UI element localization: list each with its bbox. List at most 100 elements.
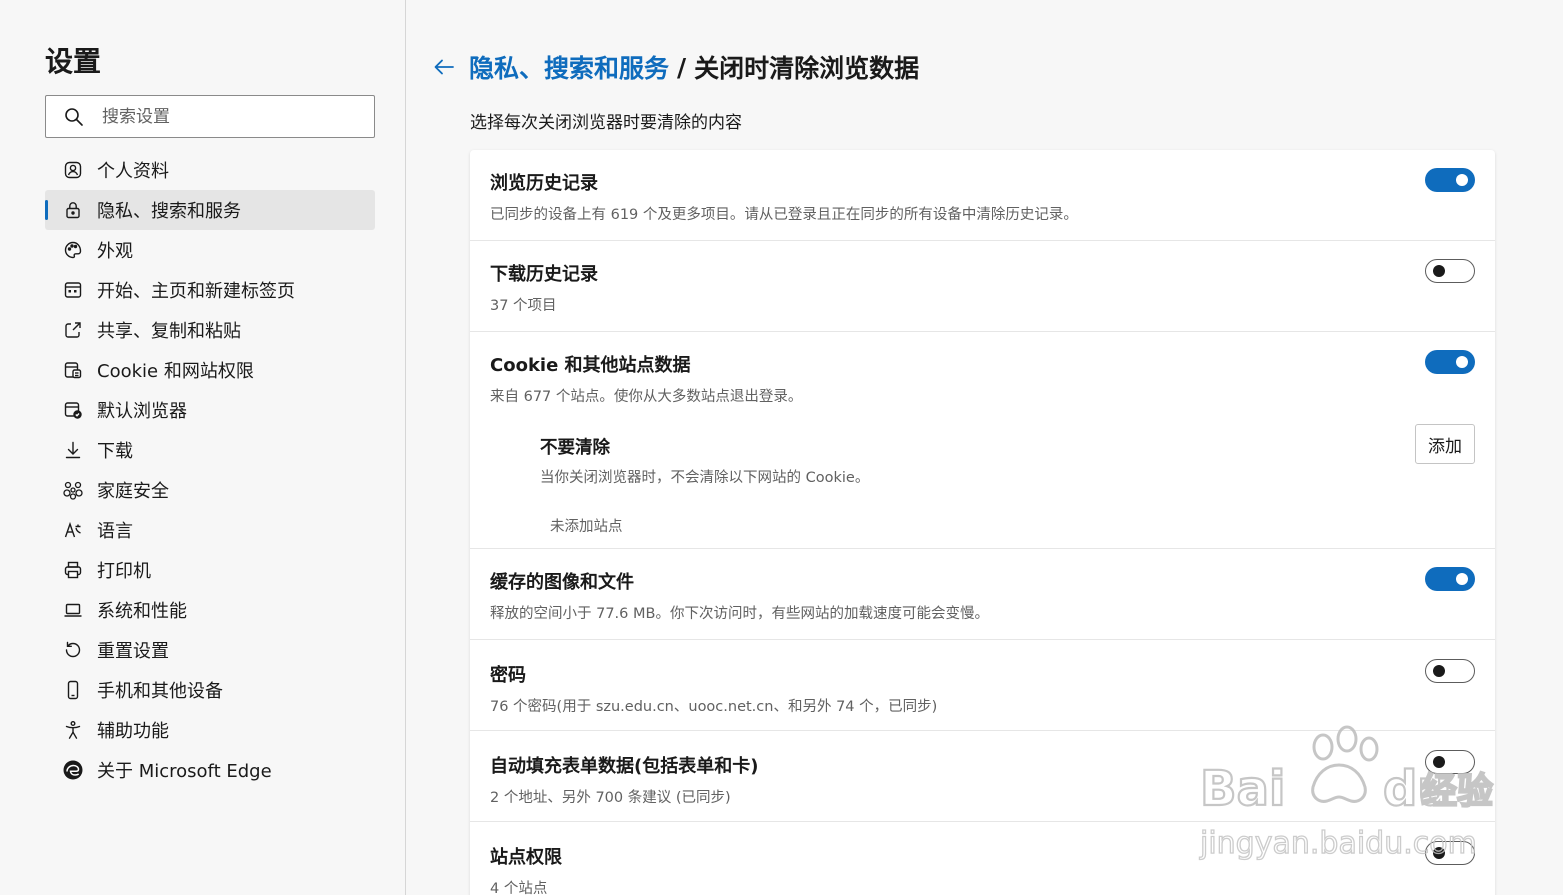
sidebar-item-accessibility[interactable]: 辅助功能 xyxy=(45,710,375,750)
sidebar-item-family[interactable]: 家庭安全 xyxy=(45,470,375,510)
setting-title: 下载历史记录 xyxy=(490,264,598,285)
sidebar-item-label: 关于 Microsoft Edge xyxy=(97,761,272,782)
laptop-icon xyxy=(62,599,84,621)
back-button[interactable] xyxy=(431,54,457,80)
site-permissions-icon xyxy=(62,359,84,381)
sidebar-item-profile[interactable]: 个人资料 xyxy=(45,150,375,190)
breadcrumb: 隐私、搜索和服务 / 关闭时清除浏览数据 xyxy=(431,46,919,88)
sidebar-item-start-home[interactable]: 开始、主页和新建标签页 xyxy=(45,270,375,310)
setting-title: 密码 xyxy=(490,665,526,686)
sidebar-item-label: 家庭安全 xyxy=(97,481,169,502)
no-sites-note: 未添加站点 xyxy=(550,519,623,535)
site-permissions-toggle[interactable] xyxy=(1425,841,1475,865)
sidebar-item-printers[interactable]: 打印机 xyxy=(45,550,375,590)
sidebar-item-default-browser[interactable]: 默认浏览器 xyxy=(45,390,375,430)
search-icon xyxy=(64,107,84,127)
sidebar-item-reset[interactable]: 重置设置 xyxy=(45,630,375,670)
home-tab-icon xyxy=(62,279,84,301)
accessibility-icon xyxy=(62,719,84,741)
back-arrow-icon xyxy=(434,59,454,75)
cookies-toggle[interactable] xyxy=(1425,350,1475,374)
language-icon xyxy=(62,519,84,541)
search-input[interactable] xyxy=(102,106,342,127)
sidebar-item-label: 隐私、搜索和服务 xyxy=(97,201,241,222)
dont-clear-description: 当你关闭浏览器时，不会清除以下网站的 Cookie。 xyxy=(540,470,870,486)
setting-title: 自动填充表单数据(包括表单和卡) xyxy=(490,756,759,777)
sidebar-item-label: 系统和性能 xyxy=(97,601,187,622)
download-icon xyxy=(62,439,84,461)
sidebar-item-privacy[interactable]: 隐私、搜索和服务 xyxy=(45,190,375,230)
sidebar-item-label: 个人资料 xyxy=(97,161,169,182)
add-site-button[interactable]: 添加 xyxy=(1415,424,1475,464)
sidebar-item-language[interactable]: 语言 xyxy=(45,510,375,550)
toggle-knob xyxy=(1433,665,1445,677)
edge-icon xyxy=(62,759,84,781)
dont-clear-title: 不要清除 xyxy=(540,438,610,458)
toggle-knob xyxy=(1456,174,1468,186)
setting-row-passwords: 密码 76 个密码(用于 szu.edu.cn、uooc.net.cn、和另外 … xyxy=(470,640,1495,731)
phone-icon xyxy=(62,679,84,701)
default-browser-icon xyxy=(62,399,84,421)
sidebar-item-cookies[interactable]: Cookie 和网站权限 xyxy=(45,350,375,390)
printer-icon xyxy=(62,559,84,581)
settings-sidebar: 设置 个人资料 隐私、搜索和服务 外观 xyxy=(0,0,406,895)
sidebar-item-label: 重置设置 xyxy=(97,641,169,662)
sidebar-item-label: 手机和其他设备 xyxy=(97,681,223,702)
search-box[interactable] xyxy=(45,95,375,138)
setting-description: 已同步的设备上有 619 个及更多项目。请从已登录且正在同步的所有设备中清除历史… xyxy=(490,207,1078,223)
setting-description: 来自 677 个站点。使你从大多数站点退出登录。 xyxy=(490,389,803,405)
breadcrumb-separator: / xyxy=(677,52,687,82)
clear-data-card: 浏览历史记录 已同步的设备上有 619 个及更多项目。请从已登录且正在同步的所有… xyxy=(470,150,1495,895)
reset-icon xyxy=(62,639,84,661)
sidebar-item-label: Cookie 和网站权限 xyxy=(97,361,254,382)
passwords-toggle[interactable] xyxy=(1425,659,1475,683)
sidebar-item-label: 下载 xyxy=(97,441,133,462)
setting-title: Cookie 和其他站点数据 xyxy=(490,355,691,376)
toggle-knob xyxy=(1433,847,1445,859)
setting-description: 4 个站点 xyxy=(490,881,548,895)
palette-icon xyxy=(62,239,84,261)
share-icon xyxy=(62,319,84,341)
setting-description: 37 个项目 xyxy=(490,298,557,314)
cached-images-toggle[interactable] xyxy=(1425,567,1475,591)
setting-row-autofill: 自动填充表单数据(包括表单和卡) 2 个地址、另外 700 条建议 (已同步) xyxy=(470,731,1495,822)
setting-row-browsing-history: 浏览历史记录 已同步的设备上有 619 个及更多项目。请从已登录且正在同步的所有… xyxy=(470,150,1495,241)
settings-main: 隐私、搜索和服务 / 关闭时清除浏览数据 选择每次关闭浏览器时要清除的内容 浏览… xyxy=(407,0,1563,895)
sidebar-item-downloads[interactable]: 下载 xyxy=(45,430,375,470)
browsing-history-toggle[interactable] xyxy=(1425,168,1475,192)
sidebar-item-about[interactable]: 关于 Microsoft Edge xyxy=(45,750,375,790)
sidebar-item-label: 共享、复制和粘贴 xyxy=(97,321,241,342)
setting-title: 浏览历史记录 xyxy=(490,173,598,194)
setting-row-cached-images: 缓存的图像和文件 释放的空间小于 77.6 MB。你下次访问时，有些网站的加载速… xyxy=(470,549,1495,640)
sidebar-item-label: 默认浏览器 xyxy=(97,401,187,422)
sidebar-item-phone[interactable]: 手机和其他设备 xyxy=(45,670,375,710)
setting-description: 76 个密码(用于 szu.edu.cn、uooc.net.cn、和另外 74 … xyxy=(490,699,938,715)
toggle-knob xyxy=(1456,356,1468,368)
page-intro: 选择每次关闭浏览器时要清除的内容 xyxy=(470,113,742,133)
sidebar-item-label: 语言 xyxy=(97,521,133,542)
setting-description: 2 个地址、另外 700 条建议 (已同步) xyxy=(490,790,731,806)
sidebar-item-appearance[interactable]: 外观 xyxy=(45,230,375,270)
sidebar-item-label: 打印机 xyxy=(97,561,151,582)
download-history-toggle[interactable] xyxy=(1425,259,1475,283)
sidebar-item-system[interactable]: 系统和性能 xyxy=(45,590,375,630)
lock-icon xyxy=(62,199,84,221)
setting-row-download-history: 下载历史记录 37 个项目 xyxy=(470,241,1495,332)
breadcrumb-parent-link[interactable]: 隐私、搜索和服务 xyxy=(469,49,669,85)
setting-title: 站点权限 xyxy=(490,847,562,868)
toggle-knob xyxy=(1433,265,1445,277)
sidebar-item-label: 辅助功能 xyxy=(97,721,169,742)
sidebar-item-share[interactable]: 共享、复制和粘贴 xyxy=(45,310,375,350)
sidebar-nav: 个人资料 隐私、搜索和服务 外观 开始、主页和新建标签页 共享、复制和粘贴 Co… xyxy=(45,150,375,790)
setting-row-site-permissions: 站点权限 4 个站点 xyxy=(470,822,1495,895)
sidebar-item-label: 开始、主页和新建标签页 xyxy=(97,281,295,302)
page-title: 关闭时清除浏览数据 xyxy=(694,54,920,83)
sidebar-title: 设置 xyxy=(45,45,102,78)
toggle-knob xyxy=(1433,756,1445,768)
setting-title: 缓存的图像和文件 xyxy=(490,572,634,593)
autofill-toggle[interactable] xyxy=(1425,750,1475,774)
setting-description: 释放的空间小于 77.6 MB。你下次访问时，有些网站的加载速度可能会变慢。 xyxy=(490,606,989,622)
setting-row-cookies: Cookie 和其他站点数据 来自 677 个站点。使你从大多数站点退出登录。 … xyxy=(470,332,1495,549)
profile-icon xyxy=(62,159,84,181)
dont-clear-section: 不要清除 当你关闭浏览器时，不会清除以下网站的 Cookie。 添加 未添加站点 xyxy=(540,424,1475,536)
